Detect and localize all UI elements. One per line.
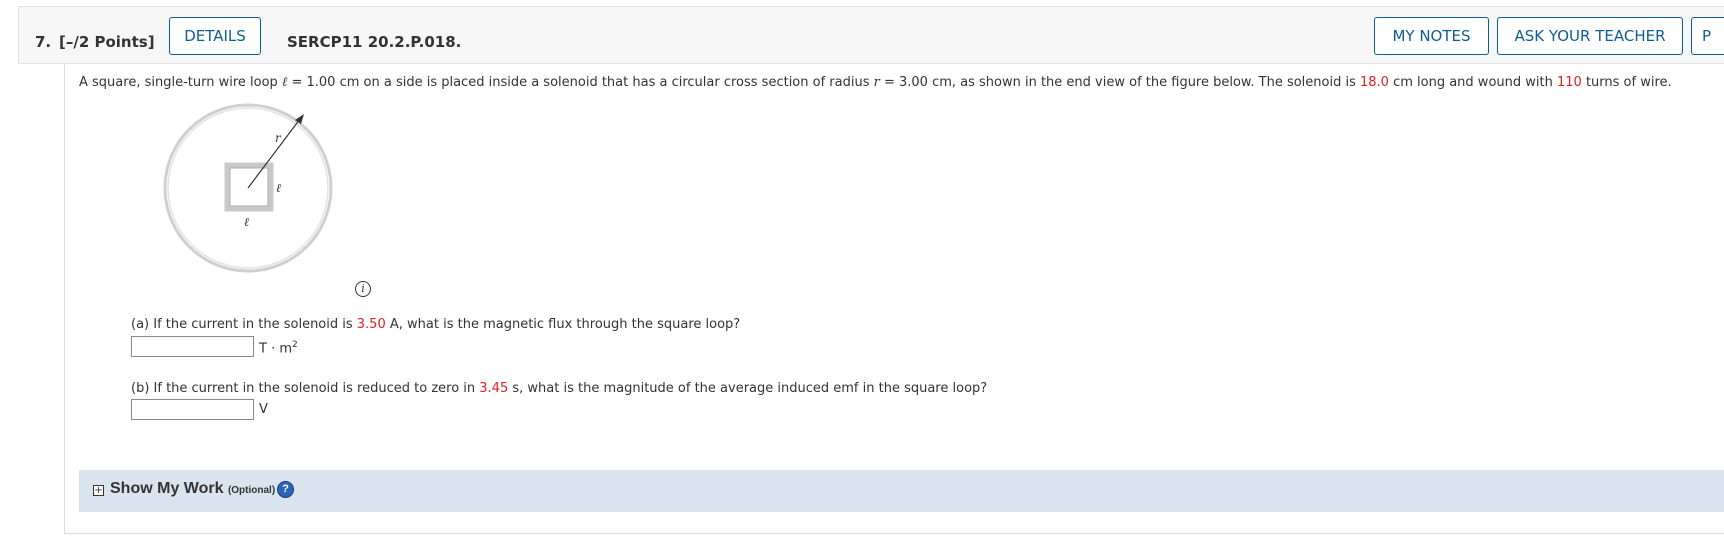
details-button[interactable]: DETAILS xyxy=(169,17,261,55)
question-header: 7. [–/2 Points] DETAILS SERCP11 20.2.P.0… xyxy=(18,6,1724,64)
practice-button-partial[interactable]: P xyxy=(1691,17,1724,55)
my-notes-button[interactable]: MY NOTES xyxy=(1374,17,1489,55)
part-b-question: (b) If the current in the solenoid is re… xyxy=(131,381,988,396)
part-a-question: (a) If the current in the solenoid is 3.… xyxy=(131,317,741,332)
problem-code: SERCP11 20.2.P.018. xyxy=(287,33,462,51)
part-b-unit: V xyxy=(259,402,268,417)
show-my-work-title[interactable]: Show My Work (Optional) xyxy=(110,480,275,498)
question-number: 7. xyxy=(35,33,52,51)
solenoid-length-value: 18.0 xyxy=(1360,75,1389,90)
part-a-answer-input[interactable] xyxy=(131,336,254,357)
figure-info-icon[interactable]: i xyxy=(355,281,371,297)
optional-label: (Optional) xyxy=(227,485,276,496)
show-my-work-bar[interactable]: + Show My Work (Optional) ? xyxy=(79,470,1724,512)
help-icon[interactable]: ? xyxy=(277,481,294,498)
loop-side-label-right: ℓ xyxy=(276,181,281,195)
part-b-answer-input[interactable] xyxy=(131,399,254,420)
part-a-unit: T · m2 xyxy=(259,340,298,357)
question-points: [–/2 Points] xyxy=(59,33,155,51)
loop-side-label-bottom: ℓ xyxy=(244,215,249,229)
expand-icon[interactable]: + xyxy=(93,485,104,496)
solenoid-end-view-figure: r ℓ ℓ xyxy=(163,103,333,273)
turns-value: 110 xyxy=(1556,75,1582,90)
problem-statement: A square, single-turn wire loop ℓ = 1.00… xyxy=(79,75,1672,90)
ask-your-teacher-button[interactable]: ASK YOUR TEACHER xyxy=(1497,17,1683,55)
time-value: 3.45 xyxy=(479,381,509,396)
current-value: 3.50 xyxy=(356,317,386,332)
